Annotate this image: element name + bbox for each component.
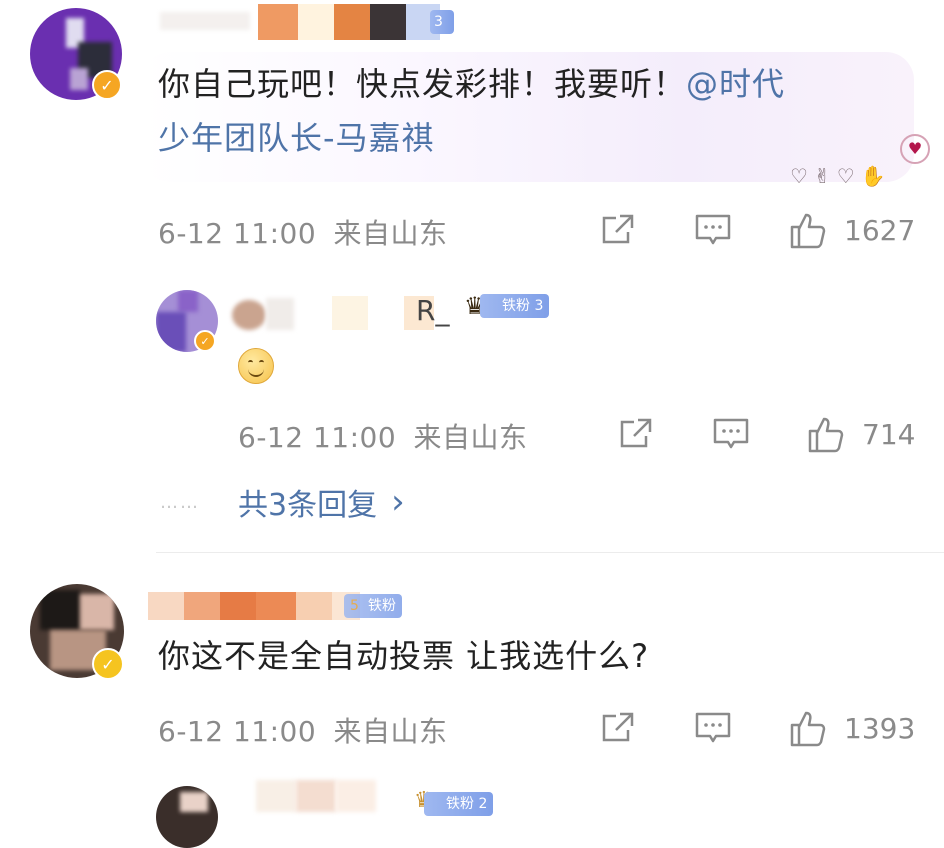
- like-count: 714: [862, 417, 916, 451]
- reply-name-fragment: R_: [416, 294, 450, 327]
- reply-username[interactable]: R_: [232, 294, 472, 334]
- dots: ……: [160, 491, 200, 513]
- mention-link-continued[interactable]: 少年团队长-马嘉祺: [158, 114, 435, 162]
- share-button[interactable]: [600, 212, 636, 248]
- fan-level-badge: 3: [430, 10, 454, 34]
- share-icon: [602, 214, 634, 244]
- location: 来自山东: [333, 217, 448, 250]
- timestamp: 6-12 11:00: [238, 421, 397, 454]
- like-count: 1393: [844, 711, 916, 745]
- mention-link[interactable]: @时代: [686, 65, 785, 103]
- fan-badge: 铁粉 2: [424, 792, 494, 816]
- comment-text: 你这不是全自动投票 让我选什么?: [158, 637, 650, 675]
- view-more-replies[interactable]: …… 共3条回复 ›: [160, 480, 405, 524]
- comment-icon: [695, 712, 731, 743]
- thumbs-up-icon: [808, 417, 844, 453]
- timestamp: 6-12 11:00: [158, 217, 317, 250]
- share-icon: [602, 712, 634, 742]
- thumbs-up-icon: [790, 213, 826, 249]
- reply-avatar[interactable]: [156, 786, 218, 848]
- heart-hands-sticker: ♥ ♡✌♡✋: [790, 134, 930, 190]
- reply-comment-button[interactable]: [712, 416, 750, 452]
- hand-gesture-icon: ♡✌♡✋: [790, 164, 892, 188]
- location: 来自山东: [333, 715, 448, 748]
- comment-meta: 6-12 11:00 来自山东: [158, 212, 448, 252]
- fan-badge: 5 铁粉: [344, 594, 402, 618]
- like-count: 1627: [844, 213, 916, 247]
- verified-badge-icon: ✓: [92, 648, 124, 680]
- thumbs-up-icon: [790, 711, 826, 747]
- smile-emoji-icon: [238, 348, 274, 384]
- share-icon: [620, 418, 652, 448]
- reply-meta: 6-12 11:00 来自山东: [238, 416, 528, 456]
- timestamp: 6-12 11:00: [158, 715, 317, 748]
- comment-icon: [713, 418, 749, 449]
- heart-icon: ♥: [900, 134, 930, 164]
- comment-button[interactable]: [694, 710, 732, 746]
- verified-badge-icon: ✓: [194, 330, 216, 352]
- reply-like-button[interactable]: 714: [806, 414, 915, 454]
- fan-badge: 铁粉 3: [480, 294, 550, 318]
- like-button[interactable]: 1393: [788, 708, 915, 748]
- divider: [156, 552, 944, 553]
- fan-level: 3: [434, 14, 443, 30]
- share-button[interactable]: [600, 710, 636, 746]
- comment-meta: 6-12 11:00 来自山东: [158, 710, 448, 750]
- location: 来自山东: [413, 421, 528, 454]
- reply-share-button[interactable]: [618, 416, 654, 452]
- comment-button[interactable]: [694, 212, 732, 248]
- reply-username[interactable]: [256, 776, 416, 812]
- comment-text: 你自己玩吧！快点发彩排！我要听！@时代: [158, 65, 786, 103]
- comment-icon: [695, 214, 731, 245]
- more-replies-link[interactable]: 共3条回复: [238, 480, 377, 524]
- like-button[interactable]: 1627: [788, 210, 915, 250]
- verified-badge-icon: ✓: [92, 70, 122, 100]
- chevron-right-icon: ›: [391, 482, 405, 522]
- username[interactable]: [160, 4, 470, 40]
